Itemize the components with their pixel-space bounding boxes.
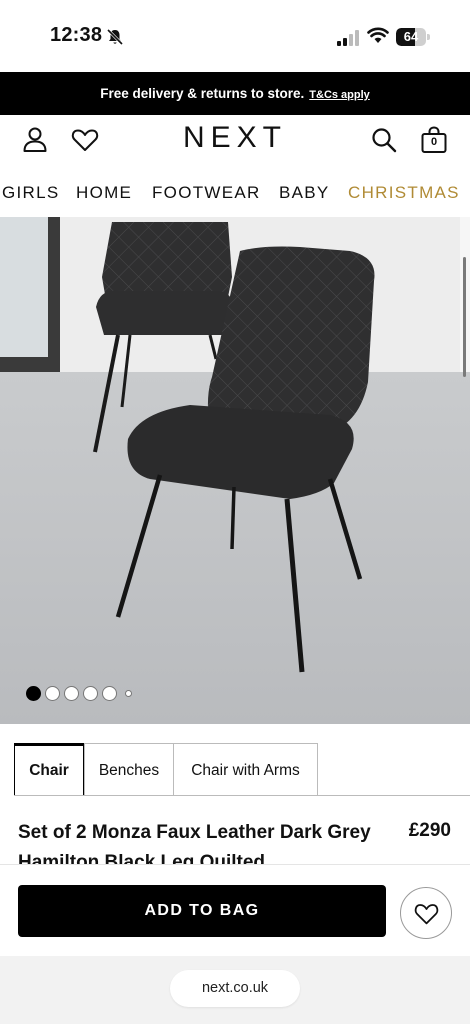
next-logo[interactable]: NEXT	[0, 121, 470, 155]
chair-photo	[0, 217, 470, 724]
browser-bar: next.co.uk	[0, 956, 470, 1024]
wifi-icon	[367, 27, 389, 43]
promo-banner: Free delivery & returns to store. T&Cs ap…	[0, 72, 470, 115]
tab-chair[interactable]: Chair	[14, 743, 84, 796]
bag-button[interactable]: 0	[419, 125, 449, 155]
tab-chair-with-arms[interactable]: Chair with Arms	[173, 743, 318, 796]
status-time: 12:38	[50, 24, 103, 46]
status-bar: 12:38 64	[0, 0, 470, 72]
bell-muted-icon	[106, 28, 124, 46]
signal-icon	[337, 30, 359, 46]
gallery-dot-2[interactable]	[45, 686, 60, 701]
bag-count: 0	[430, 136, 438, 148]
product-price: £290	[408, 820, 451, 841]
promo-terms-link[interactable]: T&Cs apply	[309, 89, 370, 101]
battery-level: 64	[403, 29, 419, 44]
gallery-dot-5[interactable]	[102, 686, 117, 701]
nav-item-girls[interactable]: GIRLS	[2, 183, 60, 203]
category-nav: GIRLS HOME FOOTWEAR BABY CHRISTMAS	[0, 167, 470, 217]
search-icon[interactable]	[369, 125, 399, 155]
nav-item-footwear[interactable]: FOOTWEAR	[152, 183, 261, 203]
tab-benches[interactable]: Benches	[84, 743, 174, 796]
gallery-dot-1[interactable]	[26, 686, 41, 701]
product-image[interactable]	[0, 217, 470, 724]
url-bar[interactable]: next.co.uk	[170, 970, 300, 1007]
gallery-dot-3[interactable]	[64, 686, 79, 701]
heart-icon	[414, 904, 439, 925]
promo-text: Free delivery & returns to store.	[100, 86, 305, 101]
battery-icon: 64	[396, 28, 430, 46]
save-favourite-button[interactable]	[400, 887, 452, 939]
nav-item-christmas[interactable]: CHRISTMAS	[348, 183, 460, 203]
site-header: NEXT 0	[0, 115, 470, 165]
gallery-dot-6[interactable]	[125, 690, 132, 697]
gallery-dot-4[interactable]	[83, 686, 98, 701]
tabs-divider	[14, 795, 470, 796]
nav-item-baby[interactable]: BABY	[279, 183, 330, 203]
add-to-bag-button[interactable]: ADD TO BAG	[18, 885, 386, 937]
sticky-action-bar: ADD TO BAG	[0, 864, 470, 956]
nav-item-home[interactable]: HOME	[76, 183, 132, 203]
